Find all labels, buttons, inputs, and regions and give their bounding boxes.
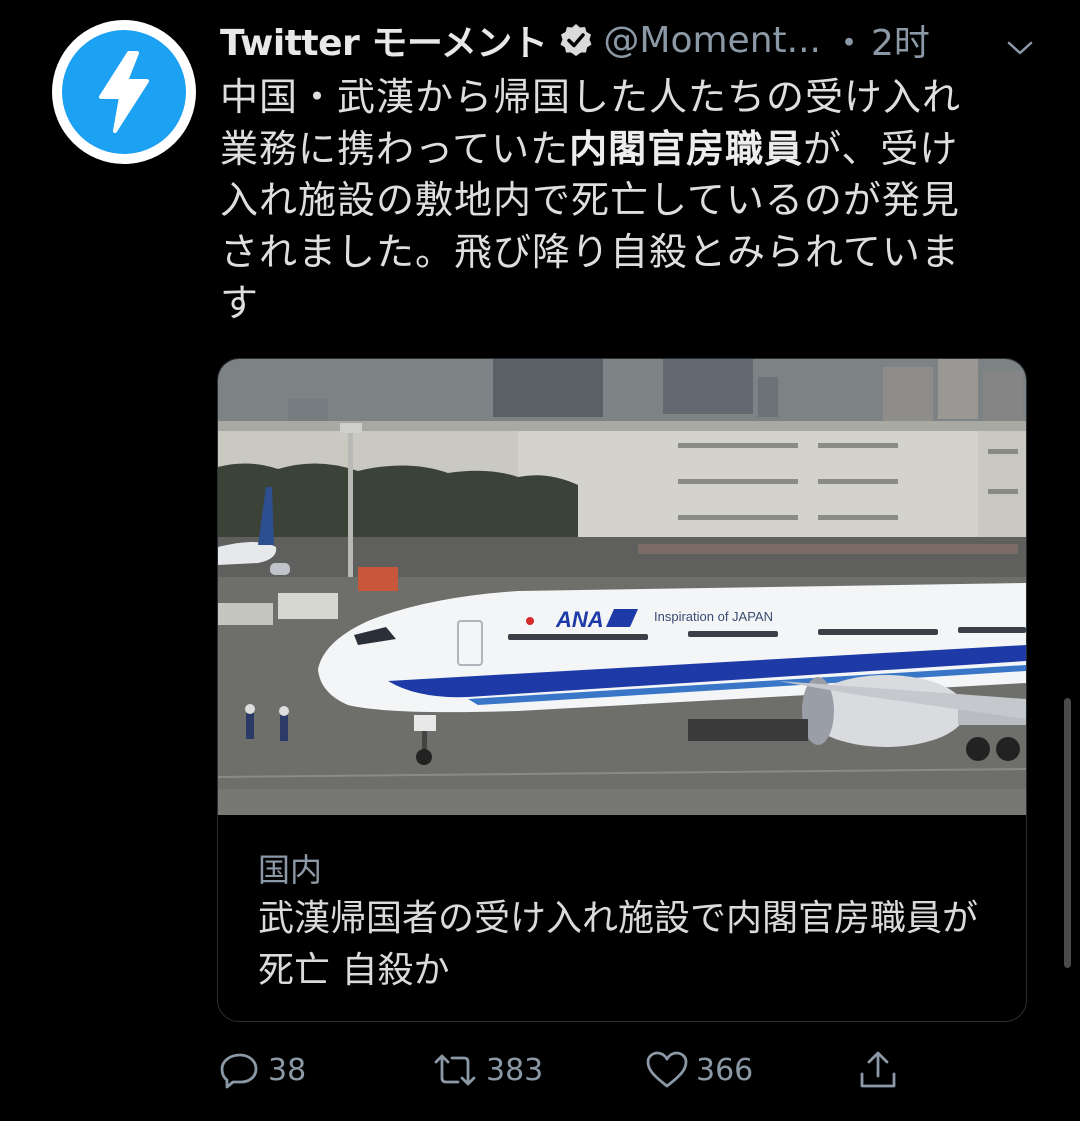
link-card[interactable]: ANA Inspiration of JAPAN 国内 武漢帰国者の受け入れ施設… [217, 358, 1027, 1022]
tweet-text-segment: が、受け [803, 126, 959, 171]
avatar-circle [62, 30, 186, 154]
tweet-text-line: 入れ施設の敷地内で死亡しているのが発見 [220, 178, 960, 222]
card-image: ANA Inspiration of JAPAN [218, 359, 1026, 815]
avatar[interactable] [52, 20, 196, 164]
scrollbar[interactable] [1064, 698, 1071, 968]
ana-logo-text: ANA [555, 607, 604, 632]
display-name[interactable]: Twitter モーメント [220, 14, 548, 66]
tweet-header: Twitter モーメント @Moment... ・ 2时 [220, 16, 1040, 64]
share-icon [860, 1051, 896, 1088]
retweet-count: 383 [486, 1052, 544, 1088]
user-handle[interactable]: @Moment... [603, 20, 821, 61]
tweet-text-line: す [220, 281, 260, 325]
share-button[interactable] [856, 1040, 900, 1100]
reply-icon [220, 1053, 258, 1089]
tweet-text-line: 業務に携わっていた内閣官房職員が、受け [220, 124, 1040, 176]
tweet[interactable]: Twitter モーメント @Moment... ・ 2时 中国・武漢から帰国し… [0, 0, 1080, 1121]
tweet-text: 中国・武漢から帰国した人たちの受け入れ 業務に携わっていた内閣官房職員が、受け … [220, 72, 1040, 330]
tweet-actions: 38 383 366 [218, 1040, 918, 1100]
tweet-text-line: 中国・武漢から帰国した人たちの受け入れ [220, 75, 962, 119]
tweet-text-line: されました。飛び降り自殺とみられていま [220, 229, 960, 274]
verified-badge-icon [559, 23, 593, 57]
card-title[interactable]: 武漢帰国者の受け入れ施設で内閣官房職員が死亡 自殺か [258, 893, 998, 997]
tweet-time[interactable]: 2时 [871, 14, 930, 66]
lightning-bolt-icon [99, 51, 149, 133]
reply-count: 38 [268, 1052, 307, 1088]
reply-button[interactable]: 38 [218, 1040, 306, 1100]
tweet-text-bold: 内閣官房職員 [569, 126, 804, 171]
tweet-text-segment: 業務に携わっていた [220, 126, 570, 171]
retweet-icon [434, 1054, 476, 1086]
card-category: 国内 [258, 851, 323, 889]
chevron-down-icon[interactable] [1006, 26, 1034, 67]
ana-slogan-text: Inspiration of JAPAN [654, 609, 773, 624]
like-count: 366 [696, 1052, 754, 1088]
heart-icon [646, 1051, 688, 1088]
separator-dot: ・ [830, 23, 867, 64]
like-button[interactable]: 366 [644, 1040, 753, 1100]
retweet-button[interactable]: 383 [430, 1040, 543, 1100]
